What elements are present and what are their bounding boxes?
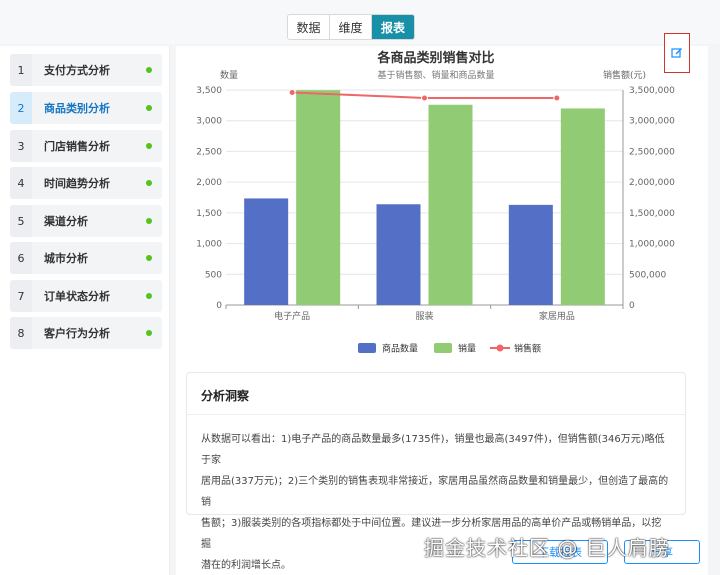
- sidebar-item-channel[interactable]: 5 渠道分析: [10, 205, 162, 237]
- sidebar-item-label: 支付方式分析: [44, 64, 110, 77]
- status-dot: [146, 330, 152, 336]
- y-left-tick-label: 0: [216, 301, 222, 311]
- status-dot: [146, 67, 152, 73]
- y-right-tick-label: 2,500,000: [629, 147, 675, 157]
- analysis-sidebar: 1 支付方式分析 2 商品类别分析 3 门店销售分析 4 时间趋势分析 5 渠道…: [0, 46, 170, 575]
- chart-subtitle: 基于销售额、销量和商品数量: [377, 69, 494, 81]
- edit-button[interactable]: [664, 33, 690, 73]
- sidebar-item-city[interactable]: 6 城市分析: [10, 242, 162, 274]
- legend-label: 销量: [458, 343, 476, 355]
- tab-report[interactable]: 报表: [372, 15, 414, 39]
- status-dot: [146, 105, 152, 111]
- category-sales-chart: 各商品类别销售对比 基于销售额、销量和商品数量 数量 销售额(元) 0 0 500 5…: [196, 50, 675, 355]
- status-dot: [146, 255, 152, 261]
- nav-number: 3: [10, 130, 32, 162]
- status-dot: [146, 143, 152, 149]
- y-left-tick-label: 3,000: [196, 117, 222, 127]
- chart-title: 各商品类别销售对比: [376, 50, 494, 66]
- sidebar-item-payment[interactable]: 1 支付方式分析: [10, 54, 162, 86]
- sidebar-item-customer[interactable]: 8 客户行为分析: [10, 317, 162, 349]
- sidebar-item-label: 商品类别分析: [44, 102, 110, 115]
- insight-line: 从数据可以看出：1)电子产品的商品数量最多(1735件)，销量也最高(3497件…: [201, 434, 665, 466]
- y-right-tick-label: 1,500,000: [629, 209, 675, 219]
- view-tabs: 数据 维度 报表: [287, 14, 415, 40]
- nav-number: 6: [10, 242, 32, 274]
- sidebar-item-label: 门店销售分析: [44, 140, 110, 153]
- sidebar-item-label: 城市分析: [44, 252, 88, 265]
- tab-dimension[interactable]: 维度: [330, 15, 372, 39]
- status-dot: [146, 218, 152, 224]
- x-tick-label: 服装: [415, 310, 433, 322]
- y-left-tick-label: 2,500: [196, 147, 222, 157]
- status-dot: [146, 293, 152, 299]
- sidebar-item-category[interactable]: 2 商品类别分析: [10, 92, 162, 124]
- y-right-tick-label: 0: [629, 301, 635, 311]
- sidebar-item-label: 渠道分析: [44, 215, 88, 228]
- sidebar-item-order-status[interactable]: 7 订单状态分析: [10, 280, 162, 312]
- tab-data[interactable]: 数据: [288, 15, 330, 39]
- sidebar-item-label: 订单状态分析: [44, 290, 110, 303]
- nav-number: 7: [10, 280, 32, 312]
- y-right-tick-label: 1,000,000: [629, 240, 675, 250]
- nav-number: 1: [10, 54, 32, 86]
- insight-title: 分析洞察: [187, 373, 685, 415]
- nav-number: 4: [10, 167, 32, 199]
- nav-number: 5: [10, 205, 32, 237]
- bar-product-count: [244, 198, 289, 305]
- sales-amount-point: [553, 94, 561, 102]
- legend-label: 销售额: [514, 343, 541, 355]
- nav-number: 8: [10, 317, 32, 349]
- bar-product-count: [376, 204, 421, 305]
- legend-swatch-dot: [496, 344, 504, 352]
- y-left-tick-label: 500: [205, 270, 222, 280]
- status-dot: [146, 180, 152, 186]
- insight-card: 分析洞察 从数据可以看出：1)电子产品的商品数量最多(1735件)，销量也最高(…: [186, 372, 686, 571]
- sales-amount-point: [288, 88, 296, 96]
- nav-number: 2: [10, 92, 32, 124]
- sidebar-item-time-trend[interactable]: 4 时间趋势分析: [10, 167, 162, 199]
- legend-swatch: [434, 343, 452, 353]
- y-left-tick-label: 1,500: [196, 209, 222, 219]
- sidebar-item-label: 时间趋势分析: [44, 177, 110, 190]
- y-right-tick-label: 500,000: [629, 270, 666, 280]
- sidebar-item-store[interactable]: 3 门店销售分析: [10, 130, 162, 162]
- y-right-tick-label: 3,500,000: [629, 86, 675, 96]
- watermark-text: 掘金技术社区 @ 巨人肩膀: [424, 536, 670, 560]
- y-left-tick-label: 3,500: [196, 86, 222, 96]
- insight-line: 居用品(337万元)；2)三个类别的销售表现非常接近，家居用品虽然商品数量和销量…: [201, 476, 669, 508]
- x-tick-label: 家居用品: [539, 310, 575, 322]
- legend-label: 商品数量: [382, 343, 418, 355]
- bar-sales-volume: [296, 90, 341, 305]
- edit-icon: [671, 48, 682, 58]
- x-tick-label: 电子产品: [274, 310, 310, 322]
- y-right-tick-label: 2,000,000: [629, 178, 675, 188]
- y-axis-left-label: 数量: [220, 69, 238, 81]
- y-left-tick-label: 1,000: [196, 240, 222, 250]
- y-right-tick-label: 3,000,000: [629, 117, 675, 127]
- bar-product-count: [508, 204, 553, 305]
- y-left-tick-label: 2,000: [196, 178, 222, 188]
- bar-sales-volume: [560, 108, 605, 305]
- sidebar-item-label: 客户行为分析: [44, 327, 110, 340]
- y-axis-right-label: 销售额(元): [603, 69, 646, 81]
- legend-swatch: [358, 343, 376, 353]
- bar-sales-volume: [428, 104, 473, 305]
- sales-amount-point: [421, 94, 428, 102]
